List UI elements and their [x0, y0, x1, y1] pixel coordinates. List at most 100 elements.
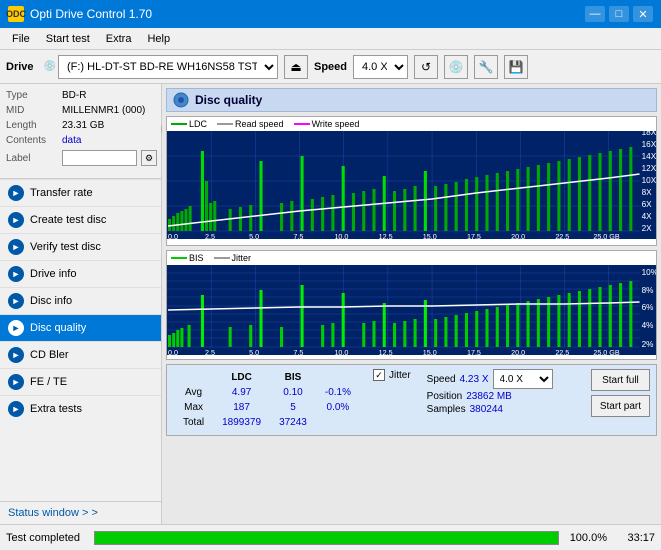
avg-bis: 0.10: [271, 386, 315, 399]
nav-drive-info[interactable]: ► Drive info: [0, 260, 161, 287]
svg-text:6%: 6%: [642, 303, 654, 312]
svg-text:2.5: 2.5: [205, 233, 215, 239]
nav-fe-te[interactable]: ► FE / TE: [0, 368, 161, 395]
drive-label: Drive: [6, 61, 34, 73]
max-bis: 5: [271, 401, 315, 414]
eject-button[interactable]: ⏏: [284, 55, 308, 79]
nav-disc-quality[interactable]: ► Disc quality: [0, 314, 161, 341]
content-panel: Disc quality LDC Read speed Write speed: [162, 84, 661, 524]
maximize-button[interactable]: □: [609, 6, 629, 22]
col-empty2: [317, 371, 359, 384]
status-window-button[interactable]: Status window > >: [0, 501, 161, 524]
write-speed-color: [294, 123, 310, 125]
label-button[interactable]: ⚙: [141, 150, 157, 166]
disc-quality-header: Disc quality: [166, 88, 657, 112]
drive-select[interactable]: (F:) HL-DT-ST BD-RE WH16NS58 TST4: [58, 55, 278, 79]
speed-label-sm: Speed: [427, 374, 456, 385]
menu-extra[interactable]: Extra: [98, 31, 140, 47]
ldc-color: [171, 123, 187, 125]
avg-jitter: -0.1%: [317, 386, 359, 399]
contents-value: data: [62, 135, 81, 146]
speed-label: Speed: [314, 61, 347, 73]
svg-text:7.5: 7.5: [293, 349, 303, 355]
jitter-checkbox[interactable]: ✓: [373, 369, 385, 381]
mid-value: MILLENMR1 (000): [62, 105, 145, 116]
svg-text:4X: 4X: [642, 212, 653, 221]
disc-info-icon: ►: [8, 293, 24, 309]
nav-extra-tests[interactable]: ► Extra tests: [0, 395, 161, 422]
refresh-button[interactable]: ↺: [414, 55, 438, 79]
progress-status: Test completed: [6, 532, 86, 544]
close-button[interactable]: ✕: [633, 6, 653, 22]
disc-length-row: Length 23.31 GB: [6, 120, 157, 131]
minimize-button[interactable]: —: [585, 6, 605, 22]
svg-text:12.5: 12.5: [379, 349, 393, 355]
chart2-svg: 10% 8% 6% 4% 2% 10 9 8 7 6 5 4 3 2 1 0.0…: [167, 265, 656, 355]
title-bar: ODC Opti Drive Control 1.70 — □ ✕: [0, 0, 661, 28]
samples-value: 380244: [470, 404, 503, 415]
title-bar-left: ODC Opti Drive Control 1.70: [8, 6, 152, 22]
verify-test-disc-icon: ►: [8, 239, 24, 255]
title-bar-controls: — □ ✕: [585, 6, 653, 22]
svg-text:22.5: 22.5: [555, 349, 569, 355]
bis-color: [171, 257, 187, 259]
svg-text:0.0: 0.0: [168, 233, 178, 239]
type-label: Type: [6, 90, 58, 101]
nav-label-transfer-rate: Transfer rate: [30, 187, 93, 199]
svg-text:14X: 14X: [642, 152, 656, 161]
nav-label-drive-info: Drive info: [30, 268, 76, 280]
disc-btn[interactable]: 💿: [444, 55, 468, 79]
cd-bler-icon: ►: [8, 347, 24, 363]
svg-text:6X: 6X: [642, 200, 653, 209]
svg-text:10X: 10X: [642, 176, 656, 185]
samples-row: Samples 380244: [427, 404, 553, 415]
extra-tests-icon: ►: [8, 401, 24, 417]
disc-type-row: Type BD-R: [6, 90, 157, 101]
action-buttons: Start full Start part: [591, 369, 650, 417]
stats-panel: LDC BIS Avg 4.97 0.10 -0.1% Max 187 5 0.…: [166, 364, 657, 436]
speed-select[interactable]: 4.0 X: [353, 55, 408, 79]
svg-text:12.5: 12.5: [379, 233, 393, 239]
create-test-disc-icon: ►: [8, 212, 24, 228]
position-value: 23862 MB: [466, 391, 512, 402]
disc-label-row: Label ⚙: [6, 150, 157, 166]
read-speed-color: [217, 123, 233, 125]
nav-cd-bler[interactable]: ► CD Bler: [0, 341, 161, 368]
jitter-label: Jitter: [389, 370, 411, 381]
total-label: Total: [175, 416, 212, 429]
max-ldc: 187: [214, 401, 269, 414]
max-label: Max: [175, 401, 212, 414]
drive-info-icon: ►: [8, 266, 24, 282]
legend-jitter: Jitter: [214, 253, 252, 263]
menu-help[interactable]: Help: [139, 31, 178, 47]
contents-label: Contents: [6, 135, 58, 146]
stats-table: LDC BIS Avg 4.97 0.10 -0.1% Max 187 5 0.…: [173, 369, 361, 431]
nav-create-test-disc[interactable]: ► Create test disc: [0, 206, 161, 233]
nav-label-cd-bler: CD Bler: [30, 349, 69, 361]
transfer-rate-icon: ►: [8, 185, 24, 201]
svg-text:10.0: 10.0: [334, 233, 348, 239]
nav-disc-info[interactable]: ► Disc info: [0, 287, 161, 314]
col-ldc: LDC: [214, 371, 269, 384]
settings-btn[interactable]: 🔧: [474, 55, 498, 79]
type-value: BD-R: [62, 90, 86, 101]
nav-transfer-rate[interactable]: ► Transfer rate: [0, 179, 161, 206]
nav-label-extra-tests: Extra tests: [30, 403, 82, 415]
svg-text:15.0: 15.0: [423, 233, 437, 239]
label-label: Label: [6, 153, 58, 164]
nav-verify-test-disc[interactable]: ► Verify test disc: [0, 233, 161, 260]
menu-file[interactable]: File: [4, 31, 38, 47]
svg-text:15.0: 15.0: [423, 349, 437, 355]
save-btn[interactable]: 💾: [504, 55, 528, 79]
speed-select-small[interactable]: 4.0 X: [493, 369, 553, 389]
start-part-button[interactable]: Start part: [591, 395, 650, 417]
menu-start-test[interactable]: Start test: [38, 31, 98, 47]
disc-contents-row: Contents data: [6, 135, 157, 146]
chart2-container: BIS Jitter: [166, 250, 657, 360]
nav-label-verify-test-disc: Verify test disc: [30, 241, 101, 253]
start-full-button[interactable]: Start full: [591, 369, 650, 391]
disc-quality-title: Disc quality: [195, 93, 262, 107]
label-input[interactable]: [62, 150, 137, 166]
length-value: 23.31 GB: [62, 120, 104, 131]
svg-text:10%: 10%: [642, 268, 656, 277]
